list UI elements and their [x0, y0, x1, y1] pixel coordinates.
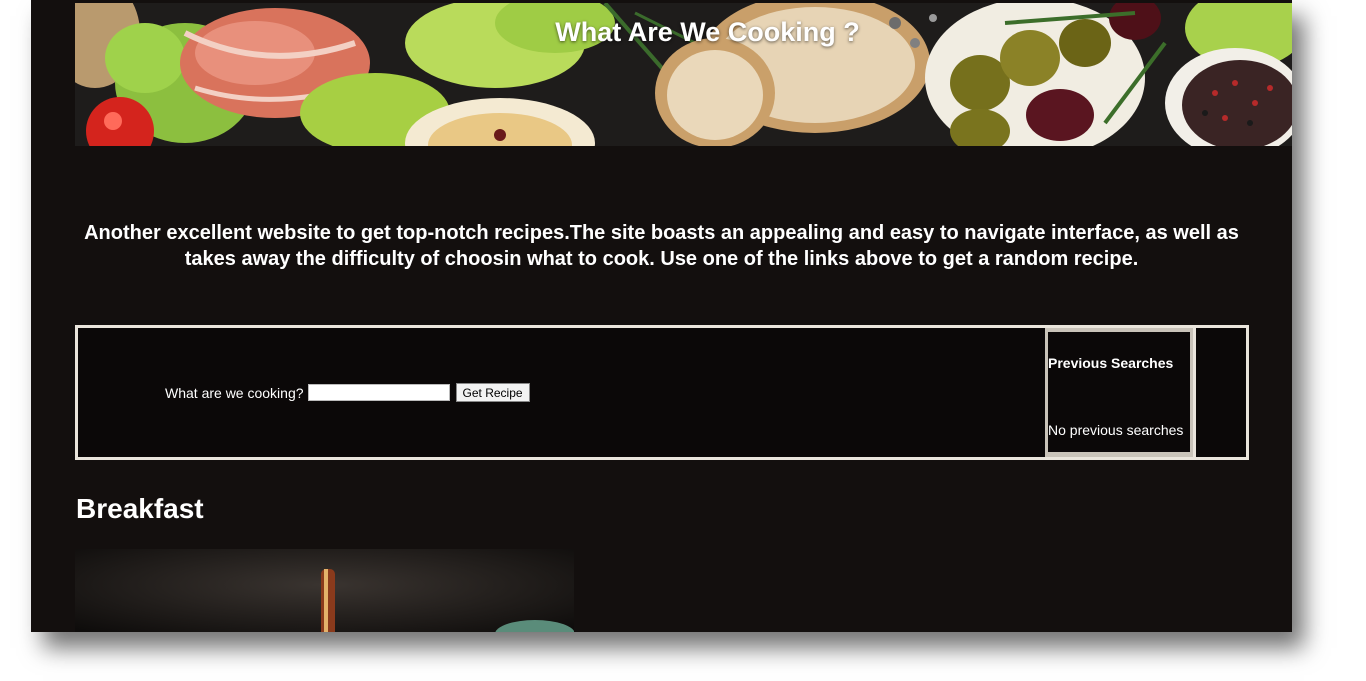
- search-form: What are we cooking? Get Recipe: [165, 383, 530, 402]
- search-container: What are we cooking? Get Recipe Previous…: [75, 325, 1249, 460]
- breakfast-photo: [75, 549, 574, 632]
- page-title: What Are We Cooking ?: [555, 17, 860, 47]
- hero-banner: What Are We Cooking ?: [75, 3, 1292, 146]
- search-input[interactable]: [307, 384, 450, 401]
- get-recipe-button[interactable]: Get Recipe: [455, 383, 530, 402]
- intro-text: Another excellent website to get top-not…: [84, 222, 1239, 270]
- previous-searches-panel: Previous Searches No previous searches: [1045, 328, 1196, 457]
- search-label: What are we cooking?: [165, 384, 304, 401]
- previous-searches-empty: No previous searches: [1048, 422, 1184, 438]
- page-frame: What Are We Cooking ? Another excellent …: [31, 0, 1292, 632]
- previous-searches-inner: Previous Searches No previous searches: [1048, 332, 1190, 452]
- breakfast-image[interactable]: [75, 549, 574, 632]
- previous-searches-title: Previous Searches: [1048, 355, 1174, 371]
- breakfast-heading: Breakfast: [76, 493, 204, 524]
